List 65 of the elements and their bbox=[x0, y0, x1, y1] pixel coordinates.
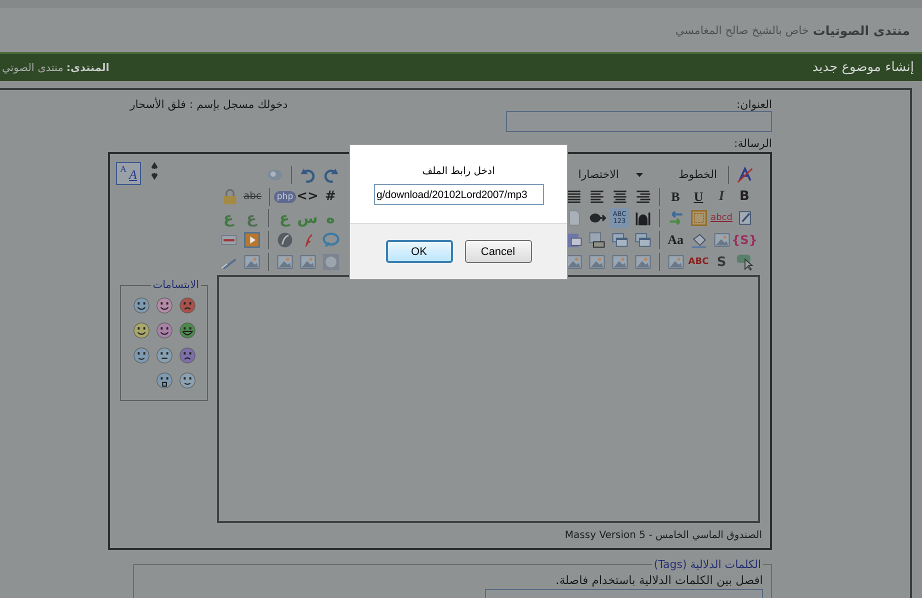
picture-icon[interactable] bbox=[634, 253, 652, 272]
paint-bucket-icon[interactable] bbox=[690, 231, 708, 250]
smiley-icon[interactable] bbox=[133, 297, 150, 314]
play-icon[interactable] bbox=[242, 231, 260, 250]
align-left-icon[interactable] bbox=[588, 188, 606, 206]
page-title: إنشاء موضوع جديد bbox=[812, 60, 915, 75]
smiley-icon[interactable] bbox=[156, 322, 173, 339]
subject-label: العنوان: bbox=[735, 98, 772, 111]
caret-icon bbox=[636, 172, 643, 177]
windows-icon[interactable] bbox=[634, 231, 652, 250]
shortcuts-dropdown[interactable]: الاختصارا bbox=[578, 168, 619, 182]
toolbar-button[interactable]: I bbox=[710, 186, 733, 207]
toolbar-button[interactable]: php bbox=[274, 190, 296, 203]
tags-legend: الكلمات الدلالية (Tags) bbox=[652, 558, 763, 571]
windows-icon[interactable] bbox=[610, 231, 628, 250]
smiley-icon[interactable] bbox=[156, 347, 173, 364]
message-field[interactable] bbox=[217, 275, 760, 523]
picture-icon[interactable] bbox=[298, 253, 316, 272]
toolbar-button[interactable]: B bbox=[664, 186, 687, 207]
login-notice: دخولك مسجل بإسم : فلق الأسحار bbox=[130, 98, 288, 113]
toolbar-button[interactable]: abcd bbox=[710, 208, 733, 228]
site-subtitle: خاص بالشيخ صالح المغامسي bbox=[675, 24, 809, 36]
fonts-dropdown[interactable]: الخطوط bbox=[619, 168, 723, 182]
editor-credit: الصندوق الماسي الخامس - Massy Version 5 bbox=[564, 530, 762, 541]
arrows-icon[interactable] bbox=[666, 209, 684, 228]
site-title: منتدى الصوتيات bbox=[812, 22, 910, 38]
breadcrumb-label: المنتدى: bbox=[66, 62, 110, 74]
toolbar-button[interactable]: {S} bbox=[733, 230, 756, 250]
url-field[interactable]: g/download/20102Lord2007/mp3 bbox=[374, 184, 544, 205]
align-right-icon[interactable] bbox=[634, 188, 652, 206]
smiley-icon[interactable] bbox=[179, 322, 196, 339]
align-center-icon[interactable] bbox=[610, 188, 628, 206]
toolbar-button[interactable]: abc bbox=[241, 186, 264, 207]
smiley-icon[interactable] bbox=[133, 322, 150, 339]
smiley-icon[interactable] bbox=[156, 297, 173, 314]
toolbar-button[interactable]: Aa bbox=[664, 230, 687, 250]
picture-icon[interactable] bbox=[610, 253, 628, 272]
picture-icon[interactable] bbox=[276, 253, 294, 272]
picture-icon[interactable] bbox=[242, 253, 260, 272]
picture-icon[interactable] bbox=[712, 231, 730, 250]
toolbar-button[interactable]: U bbox=[687, 186, 710, 207]
tags-hint: افصل بين الكلمات الدلالية باستخدام فاصلة. bbox=[556, 573, 763, 587]
toolbar-button[interactable]: # bbox=[319, 186, 342, 207]
smiley-icon[interactable] bbox=[179, 297, 196, 314]
prompt-label: ادخل رابط الملف bbox=[422, 166, 495, 177]
breadcrumb-link[interactable]: منتدى الصوتي bbox=[2, 62, 64, 74]
font-color-icon[interactable] bbox=[736, 166, 754, 184]
ok-button[interactable]: OK bbox=[386, 240, 452, 263]
cursor-icon[interactable] bbox=[736, 253, 754, 272]
toolbar-button[interactable]: <> bbox=[296, 186, 319, 207]
orb-icon[interactable] bbox=[276, 231, 294, 250]
toolbar-button[interactable]: S bbox=[710, 252, 733, 272]
message-label: الرسالة: bbox=[732, 137, 772, 150]
image-icon[interactable] bbox=[588, 231, 606, 250]
smiley-icon[interactable] bbox=[179, 372, 196, 389]
toolbar-button[interactable]: ABC bbox=[687, 252, 710, 272]
smiley-icon[interactable] bbox=[179, 347, 196, 364]
cancel-button[interactable]: Cancel bbox=[464, 240, 532, 263]
subject-field[interactable] bbox=[506, 111, 772, 132]
smilies-title: الابتسامات bbox=[152, 279, 200, 291]
toolbar-button[interactable]: B bbox=[733, 186, 756, 207]
picture-icon[interactable] bbox=[666, 253, 684, 272]
resize-arrows-icon[interactable] bbox=[151, 162, 158, 180]
smiley-icon[interactable] bbox=[133, 347, 150, 364]
smiley-icon[interactable] bbox=[156, 372, 173, 389]
